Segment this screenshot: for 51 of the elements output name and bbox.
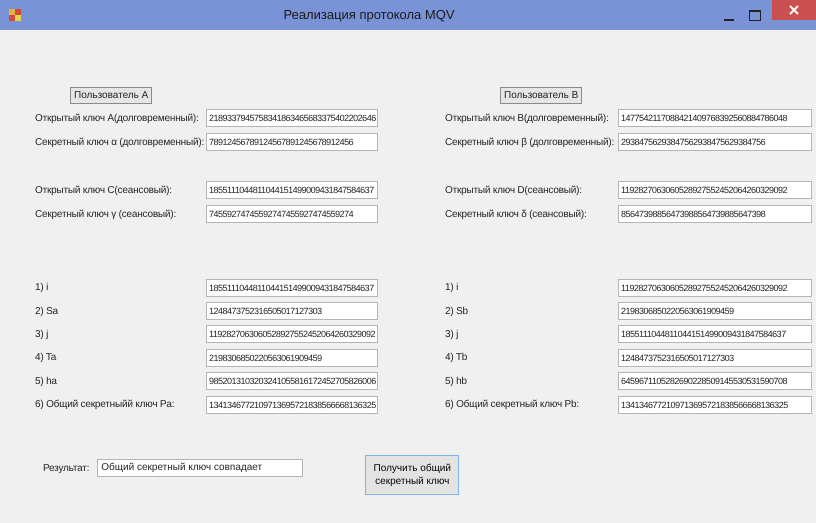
maximize-icon xyxy=(749,10,761,22)
field-label: 4) Ta xyxy=(35,351,58,366)
text-field[interactable]: 1341346772109713695721838566668136325 xyxy=(618,396,812,414)
text-field[interactable]: 1192827063060528927552452064260329092 xyxy=(618,181,812,199)
field-label: Секретный ключ δ (сеансовый): xyxy=(445,208,588,222)
text-field[interactable]: 78912456789124567891245678912456 xyxy=(206,133,378,151)
text-field[interactable]: 85647398856473988564739885647398 xyxy=(618,205,812,223)
field-label: 5) ha xyxy=(35,374,58,389)
field-label: 3) j xyxy=(35,328,50,342)
text-field[interactable]: 2198306850220563061909459 xyxy=(618,302,812,320)
result-field[interactable]: Общий секретный ключ совпадает xyxy=(97,459,304,478)
text-field[interactable]: 74559274745592747455927474559274 xyxy=(206,205,378,223)
text-field[interactable]: 1477542117088421409768392560884786048 xyxy=(618,109,812,127)
get-key-button[interactable]: Получить общий секретный ключ xyxy=(365,455,460,496)
text-field[interactable]: 1341346772109713695721838566668136325 xyxy=(206,396,378,414)
field-label: 2) Sb xyxy=(445,304,469,319)
text-field[interactable]: 1248473752316505017127303 xyxy=(618,348,812,367)
field-label: 3) j xyxy=(445,328,460,342)
text-field[interactable]: 2189337945758341863465683375402202646 xyxy=(206,109,378,127)
field-label: Открытый ключ B(долговременный): xyxy=(445,112,610,126)
user-header: Пользователь A xyxy=(70,87,152,104)
text-field[interactable]: 1192827063060528927552452064260329092 xyxy=(206,325,378,344)
text-field[interactable]: 29384756293847562938475629384756 xyxy=(618,133,812,151)
text-field[interactable]: 1855111044811044151499009431847584637 xyxy=(618,325,812,344)
text-field[interactable]: 1248473752316505017127303 xyxy=(206,302,378,320)
field-label: Открытый ключ D(сеансовый): xyxy=(445,184,583,198)
close-icon xyxy=(789,4,799,15)
text-field[interactable]: 2198306850220563061909459 xyxy=(206,348,378,367)
field-label: 1) i xyxy=(445,281,460,296)
user-header: Пользователь B xyxy=(500,87,582,104)
window-title: Реализация протокола MQV xyxy=(283,7,455,22)
field-label: Секретный ключ α (долговременный): xyxy=(35,136,206,150)
field-label: 4) Tb xyxy=(445,351,468,366)
text-field[interactable]: 1855111044811044151499009431847584637 xyxy=(206,181,378,199)
field-label: Открытый ключ C(сеансовый): xyxy=(35,184,173,198)
minimize-icon xyxy=(724,18,734,21)
field-label: 6) Общий секретный ключ Pb: xyxy=(445,398,580,412)
text-field[interactable]: 1855111044811044151499009431847584637 xyxy=(206,278,378,297)
text-field[interactable]: 1192827063060528927552452064260329092 xyxy=(618,278,812,297)
field-label: Открытый ключ A(долговременный): xyxy=(35,112,200,126)
field-label: 6) Общий секретныйй ключ Pa: xyxy=(35,398,176,412)
app-icon xyxy=(8,8,22,22)
result-label: Результат: xyxy=(43,462,90,476)
close-button[interactable] xyxy=(772,0,816,20)
field-label: 1) i xyxy=(35,281,50,296)
text-field[interactable]: 6459671105282690228509145530531590708 xyxy=(618,372,812,390)
field-label: 2) Sa xyxy=(35,304,59,319)
text-field[interactable]: 9852013103203241055816172452705826006 xyxy=(206,372,378,390)
field-label: Секретный ключ β (долговременный): xyxy=(445,136,616,150)
field-label: 5) hb xyxy=(445,374,468,389)
field-label: Секретный ключ γ (сеансовый): xyxy=(35,208,178,222)
